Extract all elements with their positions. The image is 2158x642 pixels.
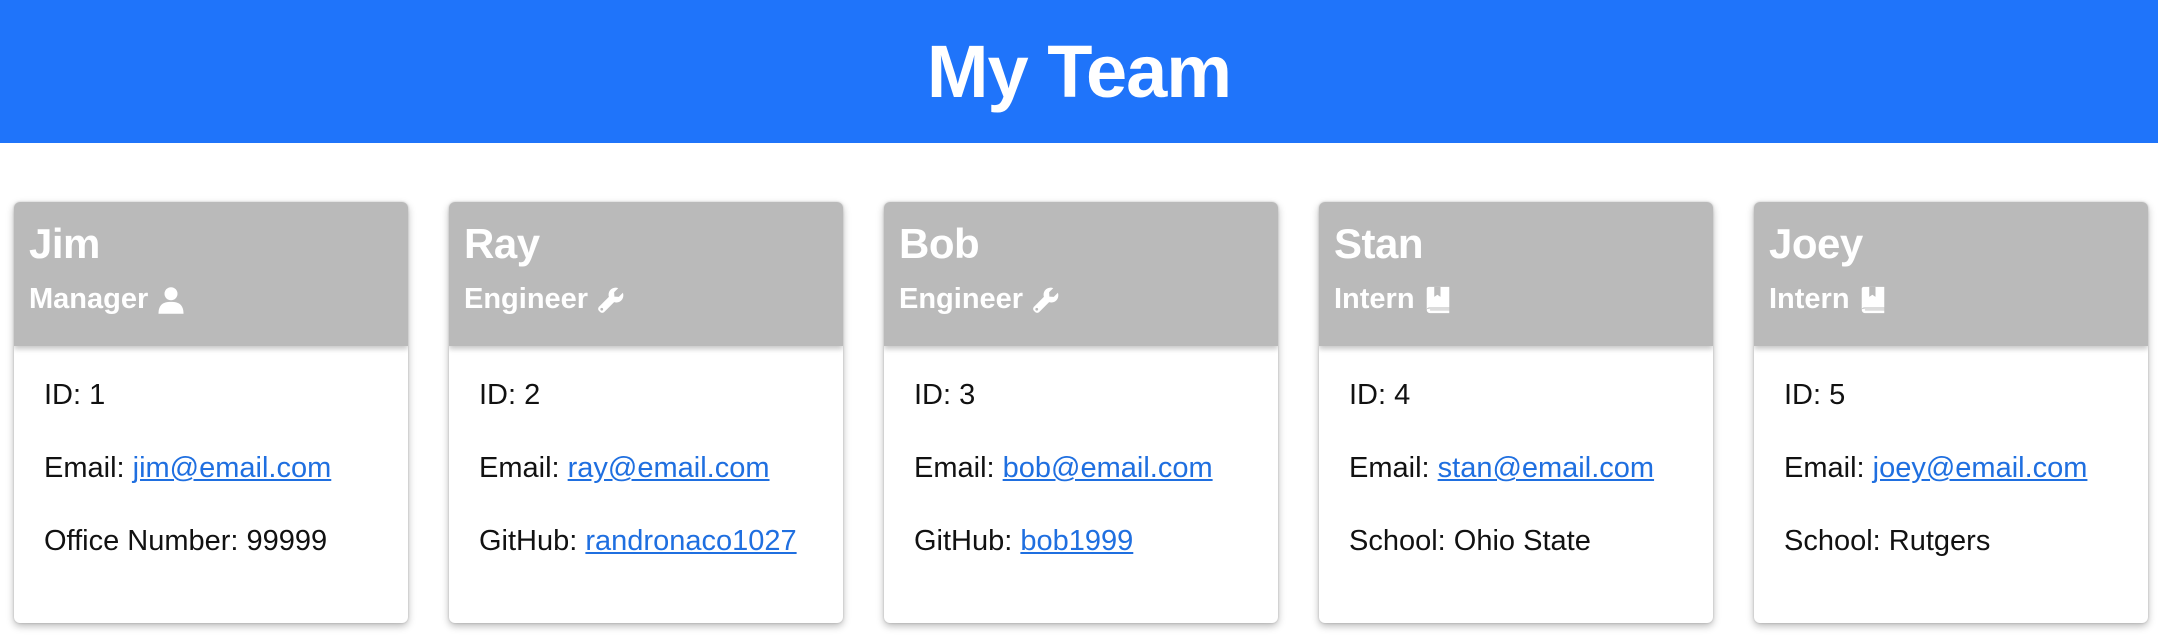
- id-row: ID: 3: [914, 379, 976, 411]
- email-link[interactable]: ray@email.com: [568, 452, 770, 484]
- card-header: Ray Engineer: [449, 202, 843, 346]
- email-row: Email: joey@email.com: [1784, 452, 2088, 484]
- card-header: Joey Intern: [1754, 202, 2148, 346]
- employee-name: Joey: [1769, 220, 1863, 267]
- wrench-icon: [596, 285, 626, 315]
- employee-name: Ray: [464, 220, 540, 267]
- id-row: ID: 5: [1784, 379, 1846, 411]
- email-link[interactable]: jim@email.com: [133, 452, 332, 484]
- card-body: ID: 2 Email: ray@email.com GitHub: randr…: [449, 346, 843, 558]
- github-link[interactable]: bob1999: [1020, 525, 1133, 557]
- school-row: School: Rutgers: [1784, 525, 1991, 557]
- email-row: Email: bob@email.com: [914, 452, 1213, 484]
- id-value: 3: [959, 379, 976, 411]
- github-row: GitHub: randronaco1027: [479, 525, 797, 557]
- employee-role: Intern: [1334, 283, 1453, 316]
- email-link[interactable]: joey@email.com: [1873, 452, 2088, 484]
- role-label: Intern: [1769, 283, 1850, 315]
- employee-name: Stan: [1334, 220, 1424, 267]
- role-label: Intern: [1334, 283, 1415, 315]
- employee-name: Jim: [29, 220, 100, 267]
- employee-card: Joey Intern ID: 5 Email: joey@email.com …: [1754, 202, 2148, 623]
- id-row: ID: 4: [1349, 379, 1411, 411]
- role-label: Engineer: [899, 283, 1024, 315]
- card-body: ID: 1 Email: jim@email.com Office Number…: [14, 346, 408, 558]
- github-link[interactable]: randronaco1027: [585, 525, 796, 557]
- header-banner: My Team: [0, 0, 2158, 143]
- id-value: 2: [524, 379, 541, 411]
- id-value: 5: [1829, 379, 1846, 411]
- employee-role: Engineer: [899, 283, 1061, 316]
- id-row: ID: 2: [479, 379, 541, 411]
- role-label: Manager: [29, 283, 149, 315]
- employee-role: Engineer: [464, 283, 626, 316]
- wrench-icon: [1031, 285, 1061, 315]
- email-row: Email: stan@email.com: [1349, 452, 1655, 484]
- user-icon: [156, 285, 186, 315]
- school-value: Rutgers: [1888, 525, 1991, 557]
- card-body: ID: 3 Email: bob@email.com GitHub: bob19…: [884, 346, 1278, 558]
- employee-card: Stan Intern ID: 4 Email: stan@email.com …: [1319, 202, 1713, 623]
- card-body: ID: 4 Email: stan@email.com School: Ohio…: [1319, 346, 1713, 558]
- employee-name: Bob: [899, 220, 980, 267]
- card-header: Jim Manager: [14, 202, 408, 346]
- team-cards: Jim Manager ID: 1 Email: jim@email.com O…: [0, 143, 2158, 642]
- email-link[interactable]: bob@email.com: [1003, 452, 1213, 484]
- office-number-row: Office Number: 99999: [44, 525, 328, 557]
- card-body: ID: 5 Email: joey@email.com School: Rutg…: [1754, 346, 2148, 558]
- employee-role: Intern: [1769, 283, 1888, 316]
- email-row: Email: jim@email.com: [44, 452, 332, 484]
- school-row: School: Ohio State: [1349, 525, 1591, 557]
- card-header: Bob Engineer: [884, 202, 1278, 346]
- employee-card: Bob Engineer ID: 3 Email: bob@email.com …: [884, 202, 1278, 623]
- id-row: ID: 1: [44, 379, 106, 411]
- book-icon: [1423, 285, 1453, 315]
- card-header: Stan Intern: [1319, 202, 1713, 346]
- page-title: My Team: [926, 30, 1232, 113]
- email-link[interactable]: stan@email.com: [1438, 452, 1654, 484]
- id-value: 1: [89, 379, 106, 411]
- role-label: Engineer: [464, 283, 589, 315]
- employee-card: Ray Engineer ID: 2 Email: ray@email.com …: [449, 202, 843, 623]
- book-icon: [1858, 285, 1888, 315]
- employee-role: Manager: [29, 283, 186, 316]
- id-value: 4: [1394, 379, 1411, 411]
- employee-card: Jim Manager ID: 1 Email: jim@email.com O…: [14, 202, 408, 623]
- school-value: Ohio State: [1453, 525, 1591, 557]
- github-row: GitHub: bob1999: [914, 525, 1134, 557]
- email-row: Email: ray@email.com: [479, 452, 770, 484]
- office-number-value: 99999: [246, 525, 328, 557]
